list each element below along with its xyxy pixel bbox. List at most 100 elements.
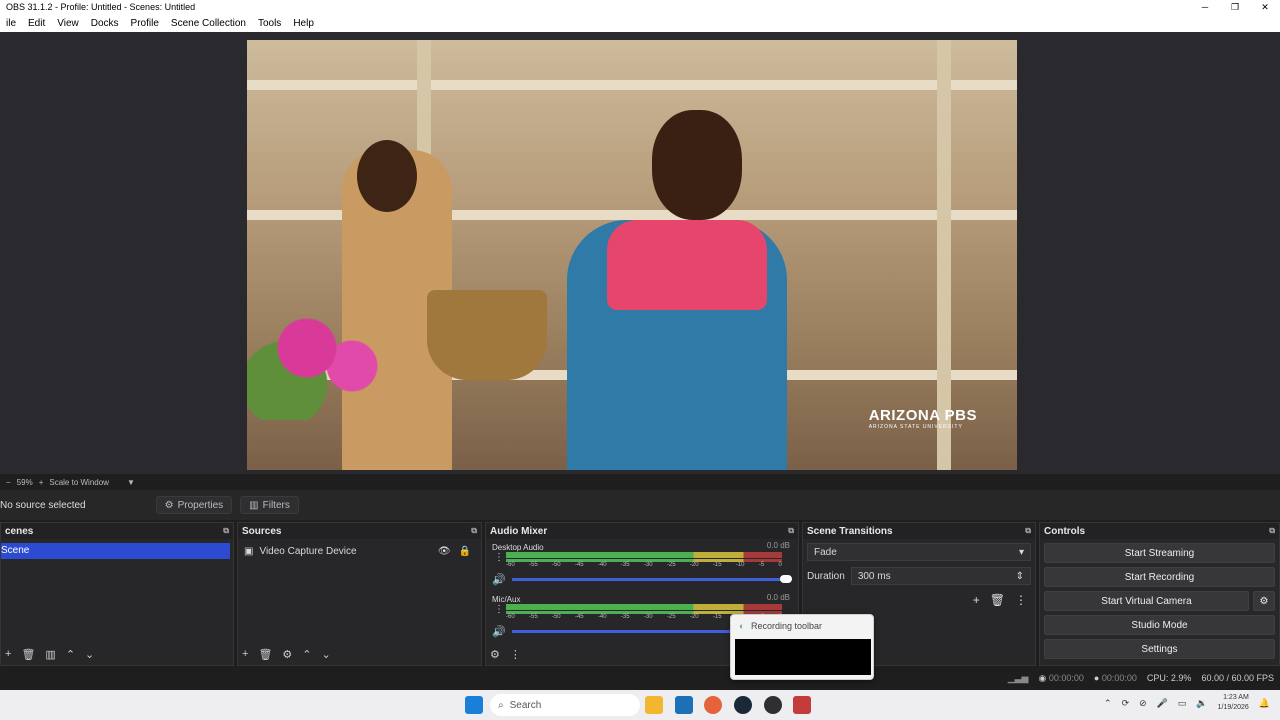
duration-spinbox[interactable]: 300 ms ⇕ [850,567,1031,585]
window-title: OBS 31.1.2 - Profile: Untitled - Scenes:… [6,2,196,12]
volume-slider[interactable] [511,575,792,583]
firefox-icon[interactable] [704,696,722,714]
microphone-icon[interactable]: 🎤 [1157,698,1168,709]
display-icon[interactable]: ▭ [1178,698,1187,709]
menu-bar: ile Edit View Docks Profile Scene Collec… [0,14,1280,32]
virtual-camera-gear-icon[interactable]: ⚙ [1253,591,1275,611]
scale-tick: -35 [620,614,630,620]
search-placeholder: Search [509,699,542,711]
volume-icon[interactable]: 🔉 [1196,698,1207,709]
speaker-icon[interactable]: 🔊 [492,625,506,638]
add-transition-icon[interactable]: + [973,593,980,607]
network-off-icon[interactable]: ⊘ [1139,698,1147,709]
spin-arrows-icon[interactable]: ⇕ [1016,571,1024,582]
chevron-up-icon[interactable]: ⌃ [1104,698,1112,709]
audio-mixer-title: Audio Mixer [490,525,548,537]
menu-tools[interactable]: Tools [252,18,287,29]
popup-label: Recording toolbar [751,621,823,631]
preview-area[interactable]: ARIZONA PBS ARIZONA STATE UNIVERSITY [0,32,1280,474]
undock-icon[interactable]: ⧉ [223,526,229,536]
menu-help[interactable]: Help [287,18,320,29]
transition-select[interactable]: Fade ▾ [807,543,1031,561]
watermark-main: ARIZONA PBS [868,407,977,424]
undock-icon[interactable]: ⧉ [788,526,794,536]
recording-toolbar-popup[interactable]: ◐ Recording toolbar [730,614,874,680]
popup-thumbnail[interactable] [735,639,871,675]
studio-mode-button[interactable]: Studio Mode [1044,615,1275,635]
clock-date: 1/19/2026 [1217,704,1249,711]
duration-row: Duration 300 ms ⇕ [807,567,1031,585]
close-button[interactable]: ✕ [1250,0,1280,14]
record-toolbar-icon: ◐ [739,621,745,631]
duration-value: 300 ms [857,570,891,582]
add-source-icon[interactable]: + [242,648,248,660]
chevron-down-icon[interactable]: ▼ [127,478,135,487]
scene-list-item[interactable]: Scene [1,543,230,559]
settings-button[interactable]: Settings [1044,639,1275,659]
taskbar-search[interactable]: ⌕ Search [490,694,640,716]
menu-docks[interactable]: Docks [85,18,125,29]
menu-scene-collection[interactable]: Scene Collection [165,18,252,29]
menu-view[interactable]: View [51,18,85,29]
scale-mode-label[interactable]: Scale to Window [49,478,109,487]
minimize-button[interactable]: ─ [1190,0,1220,14]
zoom-in-icon[interactable]: + [39,478,44,487]
advanced-audio-gear-icon[interactable]: ⚙ [490,648,500,661]
clock[interactable]: 1:23 AM 1/19/2026 [1218,693,1249,713]
start-recording-button[interactable]: Start Recording [1044,567,1275,587]
trash-icon[interactable]: 🗑 [21,648,35,661]
menu-profile[interactable]: Profile [125,18,165,29]
start-streaming-button[interactable]: Start Streaming [1044,543,1275,563]
transition-menu-icon[interactable]: ⋮ [1015,593,1027,607]
windows-start-icon[interactable] [465,696,483,714]
visibility-eye-icon[interactable]: 👁 [438,546,451,557]
trash-icon[interactable]: 🗑 [990,593,1005,607]
preview-video[interactable]: ARIZONA PBS ARIZONA STATE UNIVERSITY [247,40,1017,470]
undock-icon[interactable]: ⧉ [1025,526,1031,536]
recording-app-icon[interactable] [793,696,811,714]
filters-button[interactable]: ▥ Filters [240,496,299,514]
scale-tick: -60 [506,562,515,568]
fps-readout: 60.00 / 60.00 FPS [1201,673,1274,683]
zoom-level: 59% [16,477,33,487]
move-down-icon[interactable]: ⌄ [322,648,331,661]
maximize-button[interactable]: ❐ [1220,0,1250,14]
menu-edit[interactable]: Edit [22,18,51,29]
move-down-icon[interactable]: ⌄ [85,648,94,661]
sync-icon[interactable]: ⟳ [1122,698,1130,709]
channel-db: 0.0 dB [766,541,790,550]
move-up-icon[interactable]: ⌃ [66,648,75,661]
move-up-icon[interactable]: ⌃ [302,648,311,661]
source-name: Video Capture Device [259,545,357,557]
file-explorer-icon[interactable] [645,696,663,714]
gear-icon[interactable]: ⚙ [282,648,292,661]
window-controls: ─ ❐ ✕ [1190,0,1280,14]
scale-tick: -40 [597,614,607,620]
start-virtual-camera-button[interactable]: Start Virtual Camera [1044,591,1249,611]
channel-menu-icon[interactable]: ⋮ [494,552,504,563]
scenes-dock-header: cenes ⧉ [1,523,233,539]
steam-icon[interactable] [734,696,752,714]
slider-knob[interactable] [779,575,792,583]
transitions-header: Scene Transitions ⧉ [803,523,1035,539]
add-scene-icon[interactable]: + [5,648,11,660]
mixer-menu-icon[interactable]: ⋮ [510,648,521,661]
undock-icon[interactable]: ⧉ [1269,526,1275,536]
properties-button[interactable]: ⚙ Properties [155,496,233,514]
person-woman-head [652,110,742,220]
obs-icon[interactable] [764,696,782,714]
speaker-icon[interactable]: 🔊 [492,573,506,586]
zoom-out-icon[interactable]: − [6,478,11,487]
menu-file[interactable]: ile [0,18,22,29]
undock-icon[interactable]: ⧉ [471,526,477,536]
source-list-item[interactable]: ▣ Video Capture Device 👁 🔒 [238,542,481,560]
scenes-title: cenes [5,525,34,537]
channel-menu-icon[interactable]: ⋮ [494,604,504,615]
trash-icon[interactable]: 🗑 [258,648,272,661]
lock-icon[interactable]: 🔒 [459,546,471,557]
scale-tick: -30 [643,614,653,620]
store-icon[interactable] [675,696,693,714]
scale-tick: -15 [712,562,722,568]
notification-bell-icon[interactable]: 🔔 [1259,698,1270,709]
scene-filters-icon[interactable]: ▥ [45,648,55,661]
